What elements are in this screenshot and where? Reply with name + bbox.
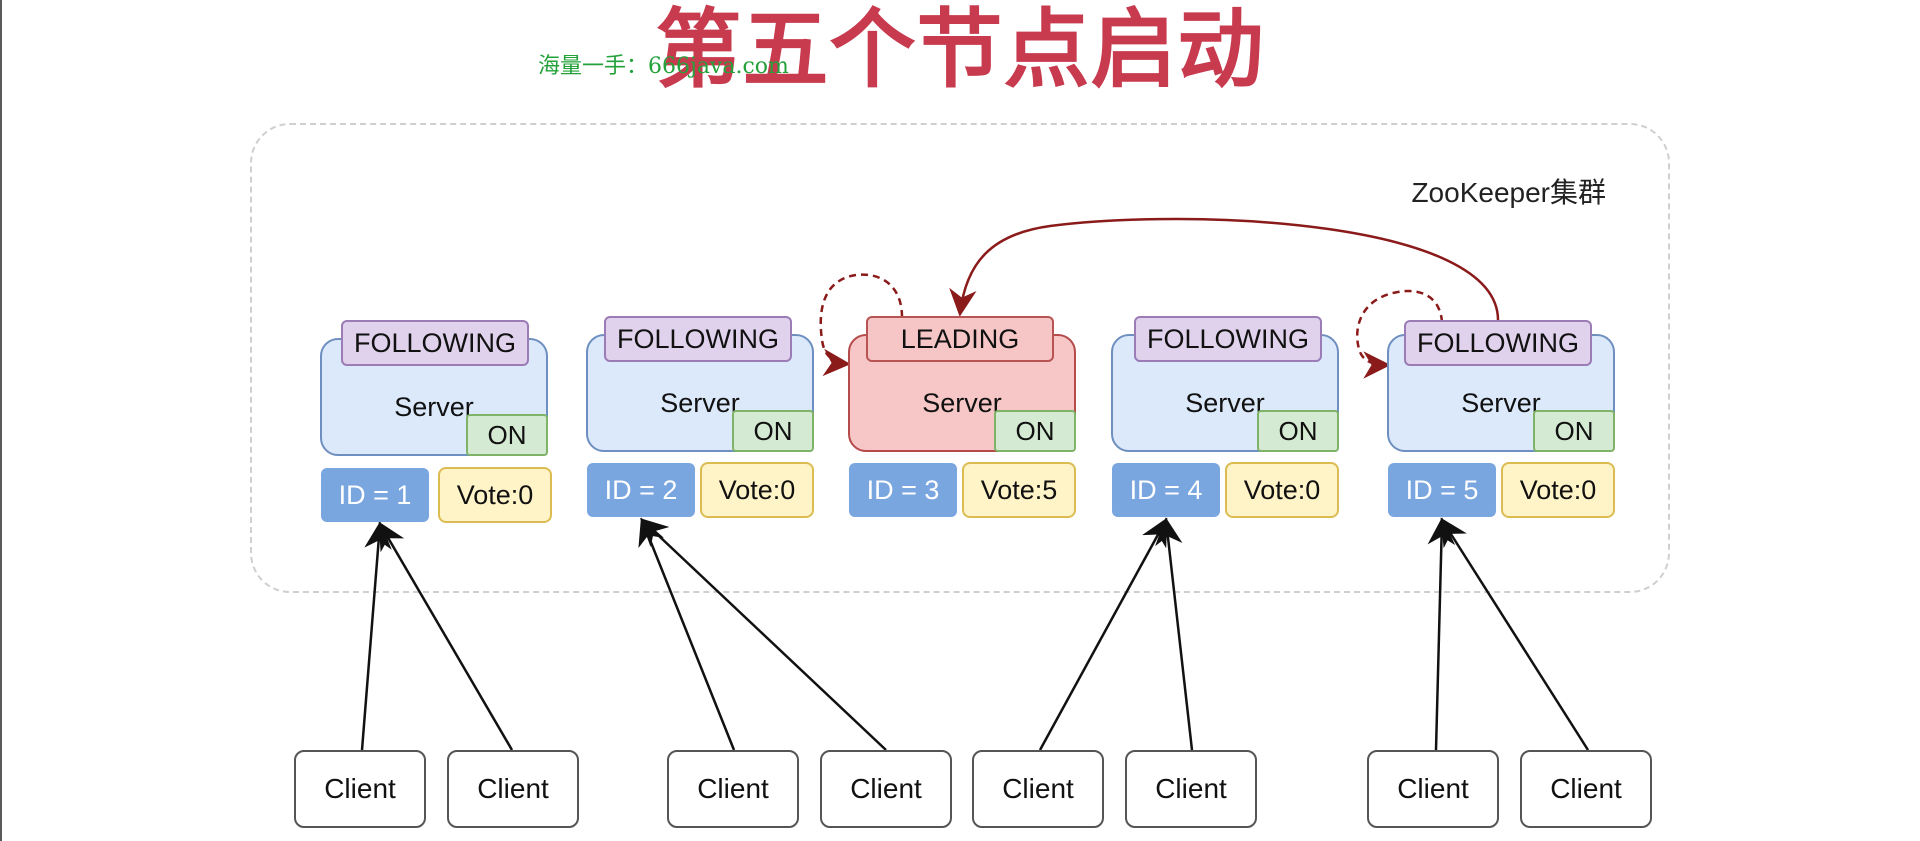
server-4-id: ID = 4 [1112,463,1220,517]
client-box: Client [1125,750,1257,828]
server-1-id: ID = 1 [321,468,429,522]
client5-to-server4-arrow [1038,517,1168,751]
server-3-id: ID = 3 [849,463,957,517]
server-5-id: ID = 5 [1388,463,1496,517]
server-1-vote: Vote:0 [438,467,552,523]
server-4-vote: Vote:0 [1225,462,1339,518]
client4-to-server2-arrow [639,518,887,751]
client2-to-server1-arrow [378,521,514,751]
server-4-state-tag: FOLLOWING [1134,316,1322,362]
server-3-vote: Vote:5 [962,462,1076,518]
client1-to-server1-arrow [360,521,392,751]
client8-to-server5-arrow [1440,517,1590,751]
client7-to-server5-arrow [1427,517,1456,751]
status-on-badge: ON [1257,410,1339,452]
server-2-id: ID = 2 [587,463,695,517]
status-on-badge: ON [732,410,814,452]
server-2-vote: Vote:0 [700,462,814,518]
status-on-badge: ON [466,414,548,456]
client-box: Client [1367,750,1499,828]
server-2-state-tag: FOLLOWING [604,316,792,362]
server-5-state-tag: FOLLOWING [1404,320,1592,366]
client3-to-server2-arrow [638,517,736,751]
client-box: Client [972,750,1104,828]
client-box: Client [667,750,799,828]
vote-arrow-server5-to-leader [949,217,1500,321]
client-box: Client [1520,750,1652,828]
client-box: Client [447,750,579,828]
server-3-state-tag: LEADING [866,316,1054,362]
server-5-vote: Vote:0 [1501,462,1615,518]
client-box: Client [820,750,952,828]
status-on-badge: ON [1533,410,1615,452]
server-1-state-tag: FOLLOWING [341,320,529,366]
client6-to-server4-arrow [1155,517,1194,751]
status-on-badge: ON [994,410,1076,452]
client-box: Client [294,750,426,828]
